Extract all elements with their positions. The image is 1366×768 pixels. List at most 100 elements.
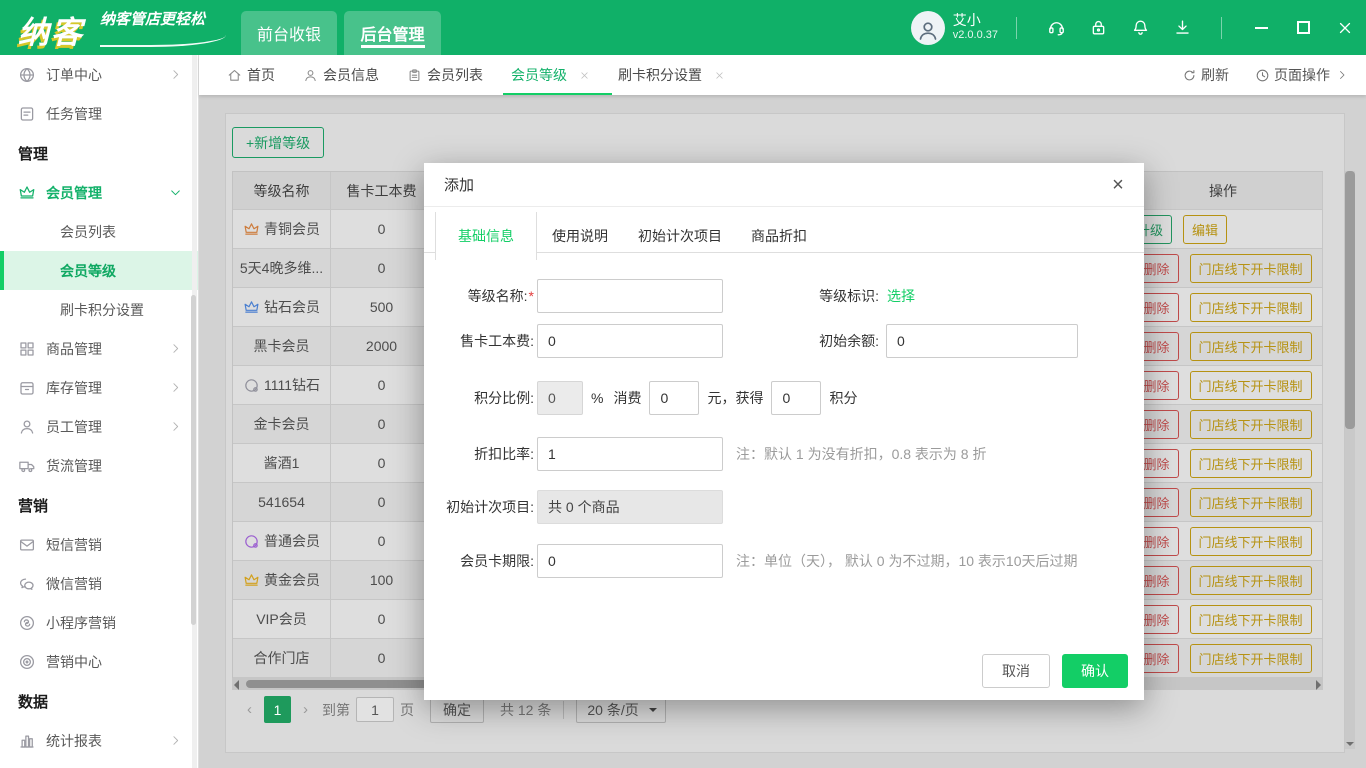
truck-icon — [18, 457, 36, 475]
tab-member-list[interactable]: 会员列表 — [407, 55, 483, 95]
discount-ratio-input[interactable] — [537, 437, 723, 471]
minimize-icon — [1254, 26, 1268, 29]
store-offline-card-limit-button[interactable]: 门店线下开卡限制 — [1189, 331, 1312, 361]
nav-tab-front-cashier[interactable]: 前台收银 — [241, 11, 337, 55]
store-offline-card-limit-button[interactable]: 门店线下开卡限制 — [1189, 487, 1312, 517]
brand-logo: 纳客 — [18, 15, 84, 50]
level-name-label: 等级名称:* — [467, 288, 534, 304]
dialog-tab-goods-discount[interactable]: 商品折扣 — [751, 219, 807, 253]
sidebar-item-order-center[interactable]: 订单中心 — [0, 55, 198, 94]
scroll-down-icon[interactable] — [1346, 742, 1354, 746]
initial-balance-input[interactable] — [886, 324, 1078, 358]
card-term-label: 会员卡期限: — [460, 553, 534, 569]
pagination: ‹ 1 › 到第 页 确定 共 12 条 20 条/页 — [239, 696, 666, 723]
sidebar-item-member-manage[interactable]: 会员管理 — [0, 173, 198, 212]
sidebar-item-member-list[interactable]: 会员列表 — [0, 212, 198, 251]
current-page-button[interactable]: 1 — [264, 696, 291, 723]
level-badge-label: 等级标识: — [819, 288, 879, 304]
store-offline-card-limit-button[interactable]: 门店线下开卡限制 — [1189, 526, 1312, 556]
column-header-card-fee: 售卡工本费 — [331, 172, 433, 209]
scroll-left-icon[interactable] — [234, 680, 239, 690]
store-offline-card-limit-button[interactable]: 门店线下开卡限制 — [1189, 370, 1312, 400]
close-icon[interactable] — [714, 70, 725, 81]
sidebar-scrollbar[interactable] — [191, 55, 197, 768]
maximize-button[interactable] — [1282, 0, 1324, 55]
page-size-select[interactable]: 20 条/页 — [576, 696, 666, 723]
close-button[interactable] — [1324, 0, 1366, 55]
store-offline-card-limit-button[interactable]: 门店线下开卡限制 — [1189, 643, 1312, 673]
level-name-input[interactable] — [537, 279, 723, 313]
sidebar-scrollbar-thumb[interactable] — [191, 295, 196, 625]
chevron-right-icon — [169, 68, 182, 81]
sidebar-item-wechat-marketing[interactable]: 微信营销 — [0, 564, 198, 603]
sidebar-item-logistics-manage[interactable]: 货流管理 — [0, 446, 198, 485]
goto-confirm-button[interactable]: 确定 — [430, 696, 484, 723]
sidebar-item-card-points-setting[interactable]: 刷卡积分设置 — [0, 290, 198, 329]
sidebar-section-data: 数据 — [18, 693, 49, 711]
mail-icon — [18, 536, 36, 554]
tab-member-level[interactable]: 会员等级 — [503, 55, 612, 95]
goto-page-input[interactable] — [356, 697, 394, 722]
close-icon — [1336, 19, 1354, 37]
support-icon[interactable] — [1035, 18, 1077, 37]
dialog-close-button[interactable]: × — [1106, 173, 1130, 197]
points-ratio-input[interactable] — [537, 381, 583, 415]
store-offline-card-limit-button[interactable]: 门店线下开卡限制 — [1189, 409, 1312, 439]
initial-balance-label: 初始余额: — [819, 333, 879, 349]
store-offline-card-limit-button[interactable]: 门店线下开卡限制 — [1189, 565, 1312, 595]
globe-icon — [18, 66, 36, 84]
sidebar-item-partial[interactable] — [0, 760, 198, 768]
sidebar-item-goods-manage[interactable]: 商品管理 — [0, 329, 198, 368]
add-level-button[interactable]: +新增等级 — [232, 127, 325, 158]
sidebar-item-staff-manage[interactable]: 员工管理 — [0, 407, 198, 446]
store-offline-card-limit-button[interactable]: 门店线下开卡限制 — [1189, 604, 1312, 634]
discount-ratio-label: 折扣比率: — [474, 446, 534, 462]
tab-member-info[interactable]: 会员信息 — [303, 55, 379, 95]
dialog-tab-basic-info[interactable]: 基础信息 — [435, 212, 537, 260]
cancel-button[interactable]: 取消 — [982, 654, 1050, 688]
scroll-right-icon[interactable] — [1316, 680, 1321, 690]
store-offline-card-limit-button[interactable]: 门店线下开卡限制 — [1189, 253, 1312, 283]
lock-icon[interactable] — [1077, 18, 1119, 37]
sidebar-item-task-manage[interactable]: 任务管理 — [0, 94, 198, 133]
dialog-tab-usage-note[interactable]: 使用说明 — [552, 219, 608, 253]
badge-select-link[interactable]: 选择 — [887, 286, 915, 306]
sidebar-item-miniapp-marketing[interactable]: 小程序营销 — [0, 603, 198, 642]
sidebar-item-inventory-manage[interactable]: 库存管理 — [0, 368, 198, 407]
sidebar-item-statistics-report[interactable]: 统计报表 — [0, 721, 198, 760]
points-gain-input[interactable] — [771, 381, 822, 415]
download-icon[interactable] — [1161, 18, 1203, 37]
tab-home[interactable]: 首页 — [227, 55, 275, 95]
card-term-input[interactable] — [537, 544, 723, 578]
user-avatar[interactable] — [910, 10, 945, 45]
vertical-scrollbar[interactable] — [1345, 171, 1355, 749]
prev-page-icon[interactable]: ‹ — [239, 701, 260, 718]
tabs-actions: 刷新 页面操作 — [1156, 55, 1352, 95]
page-operations-button[interactable]: 页面操作 — [1255, 65, 1352, 85]
consume-amount-input[interactable] — [649, 381, 700, 415]
confirm-button[interactable]: 确认 — [1062, 654, 1128, 688]
slogan-swoosh — [100, 35, 226, 47]
bell-icon[interactable] — [1119, 18, 1161, 37]
sidebar-section-marketing: 营销 — [18, 497, 49, 515]
sidebar-item-sms-marketing[interactable]: 短信营销 — [0, 525, 198, 564]
maximize-icon — [1296, 21, 1310, 34]
edit-button[interactable]: 编辑 — [1183, 214, 1228, 244]
sidebar-item-marketing-center[interactable]: 营销中心 — [0, 642, 198, 681]
dialog-tab-initial-count-items[interactable]: 初始计次项目 — [638, 219, 722, 253]
initial-count-items-value[interactable]: 共 0 个商品 — [537, 490, 723, 524]
refresh-button[interactable]: 刷新 — [1182, 65, 1229, 85]
store-offline-card-limit-button[interactable]: 门店线下开卡限制 — [1189, 448, 1312, 478]
next-page-icon[interactable]: › — [295, 701, 316, 718]
close-icon[interactable] — [579, 70, 590, 81]
sidebar-item-member-level[interactable]: 会员等级 — [0, 251, 198, 290]
discount-note: 注：默认 1 为没有折扣，0.8 表示为 8 折 — [736, 446, 987, 462]
nav-tab-backend-manage[interactable]: 后台管理 — [344, 11, 441, 55]
minimize-button[interactable] — [1240, 0, 1282, 55]
card-term-note: 注：单位（天）， 默认 0 为不过期，10 表示10天后过期 — [736, 553, 1078, 569]
tab-card-points-setting[interactable]: 刷卡积分设置 — [618, 55, 725, 95]
vertical-scrollbar-thumb[interactable] — [1345, 171, 1355, 429]
store-offline-card-limit-button[interactable]: 门店线下开卡限制 — [1189, 292, 1312, 322]
card-fee-input[interactable] — [537, 324, 723, 358]
target-icon — [18, 653, 36, 671]
